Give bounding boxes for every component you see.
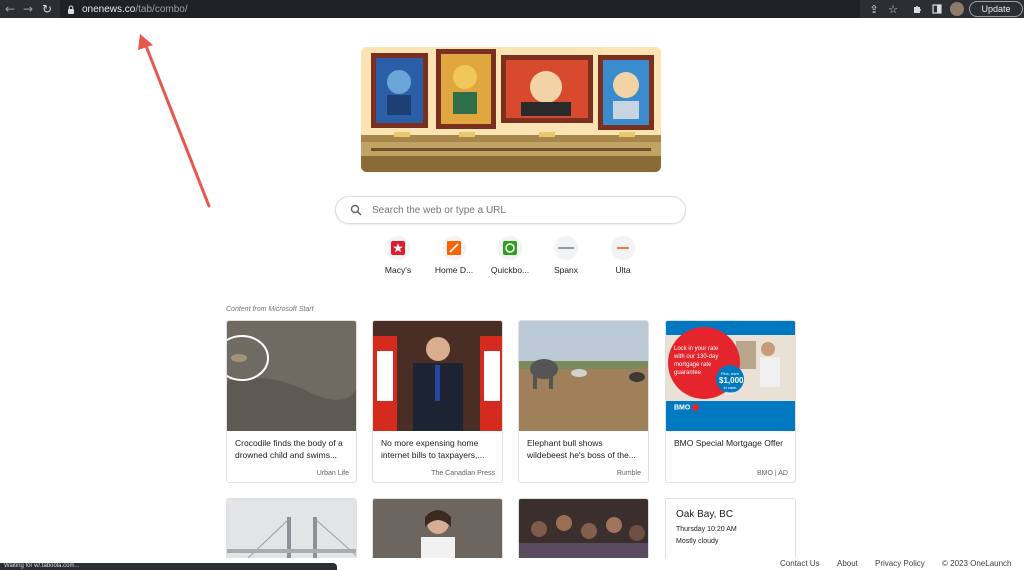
weather-time: Thursday 10:20 AM [676, 526, 737, 533]
news-image [373, 499, 502, 558]
shortcut-quickbooks[interactable]: Quickbo... [482, 236, 538, 276]
ulta-icon [611, 236, 635, 260]
weather-condition: Mostly cloudy [676, 538, 719, 545]
shortcut-ulta[interactable]: Ulta [595, 236, 651, 276]
news-card[interactable]: Elephant bull shows wildebeest he's boss… [518, 320, 649, 483]
macys-icon [386, 236, 410, 260]
ad-image: Lock in your rate with our 130-day mortg… [666, 321, 795, 431]
search-input[interactable] [372, 204, 662, 216]
news-card[interactable] [226, 498, 357, 558]
news-image [227, 499, 356, 558]
feed-source-label: Content from Microsoft Start [226, 306, 314, 313]
weather-city: Oak Bay, BC [676, 509, 734, 520]
ad-card[interactable]: Lock in your rate with our 130-day mortg… [665, 320, 796, 483]
home-depot-icon [442, 236, 466, 260]
spanx-icon [554, 236, 578, 260]
news-card[interactable]: No more expensing home internet bills to… [372, 320, 503, 483]
news-image [227, 321, 356, 431]
news-image [373, 321, 502, 431]
search-icon [350, 204, 362, 216]
about-link[interactable]: About [837, 559, 858, 568]
news-card[interactable] [372, 498, 503, 558]
ad-badge: Plus, earn $1,000 in cash back [719, 371, 744, 395]
quickbooks-icon [498, 236, 522, 260]
bmo-logo: BMO [674, 404, 700, 411]
privacy-policy-link[interactable]: Privacy Policy [875, 559, 925, 568]
shortcut-spanx[interactable]: Spanx [538, 236, 594, 276]
news-card[interactable] [518, 498, 649, 558]
status-bar: Waiting for w/.taboola.com... [0, 563, 337, 570]
weather-card[interactable]: Oak Bay, BC Thursday 10:20 AM Mostly clo… [665, 498, 796, 558]
news-image [519, 321, 648, 431]
copyright-text: © 2023 OneLaunch [942, 559, 1012, 568]
news-card[interactable]: Crocodile finds the body of a drowned ch… [226, 320, 357, 483]
contact-us-link[interactable]: Contact Us [780, 559, 820, 568]
search-box[interactable] [335, 196, 686, 224]
news-image [519, 499, 648, 558]
shortcut-macys[interactable]: Macy's [370, 236, 426, 276]
doodle-banner[interactable] [361, 47, 661, 172]
shortcut-home-depot[interactable]: Home D... [426, 236, 482, 276]
